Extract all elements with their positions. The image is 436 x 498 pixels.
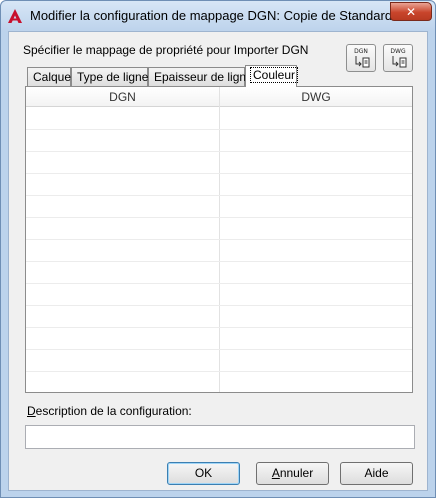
row-divider <box>26 371 412 372</box>
tab-label: Type de ligne <box>77 70 149 84</box>
description-input[interactable] <box>25 425 415 449</box>
row-divider <box>26 349 412 350</box>
window-title: Modifier la configuration de mappage DGN… <box>30 8 393 23</box>
description-label: Description de la configuration: <box>27 404 192 418</box>
row-divider <box>26 195 412 196</box>
tab-type-de-ligne[interactable]: Type de ligne <box>71 67 148 86</box>
row-divider <box>26 305 412 306</box>
description-label-mnemonic: D <box>27 404 36 418</box>
mapping-table[interactable]: DGN DWG <box>25 86 413 393</box>
dwg-mapping-button[interactable]: DWG <box>383 44 413 72</box>
dgn-mapping-button[interactable]: DGN <box>346 44 376 72</box>
tab-label: Epaisseur de ligne <box>154 70 253 84</box>
instruction-text: Spécifier le mappage de propriété pour I… <box>23 43 309 57</box>
dialog-window: Modifier la configuration de mappage DGN… <box>0 0 436 498</box>
row-divider <box>26 239 412 240</box>
tab-calque[interactable]: Calque <box>27 67 71 86</box>
row-divider <box>26 283 412 284</box>
tab-epaisseur-de-ligne[interactable]: Epaisseur de ligne <box>148 67 253 86</box>
column-header-dgn[interactable]: DGN <box>26 90 219 104</box>
tab-label: Calque <box>33 70 72 84</box>
row-divider <box>26 173 412 174</box>
cancel-mnemonic: A <box>271 466 280 480</box>
dwg-map-icon <box>392 56 407 68</box>
dgn-map-icon <box>355 56 370 68</box>
tab-label: Couleur <box>250 67 299 83</box>
close-button[interactable]: ✕ <box>390 2 432 21</box>
row-divider <box>26 151 412 152</box>
close-icon: ✕ <box>405 4 417 19</box>
cancel-button[interactable]: Annuler <box>256 462 329 485</box>
row-divider <box>26 129 412 130</box>
description-label-text: escription de la configuration: <box>35 404 192 418</box>
row-divider <box>26 327 412 328</box>
cancel-label: nnuler <box>279 466 314 480</box>
dialog-body: Spécifier le mappage de propriété pour I… <box>8 31 428 491</box>
ok-button[interactable]: OK <box>167 462 240 485</box>
tab-couleur[interactable]: Couleur <box>245 65 299 87</box>
help-button[interactable]: Aide <box>340 462 413 485</box>
row-divider <box>26 261 412 262</box>
row-divider <box>26 217 412 218</box>
column-header-dwg[interactable]: DWG <box>220 90 412 104</box>
title-bar[interactable]: Modifier la configuration de mappage DGN… <box>1 1 435 31</box>
autocad-logo-icon <box>8 9 22 23</box>
